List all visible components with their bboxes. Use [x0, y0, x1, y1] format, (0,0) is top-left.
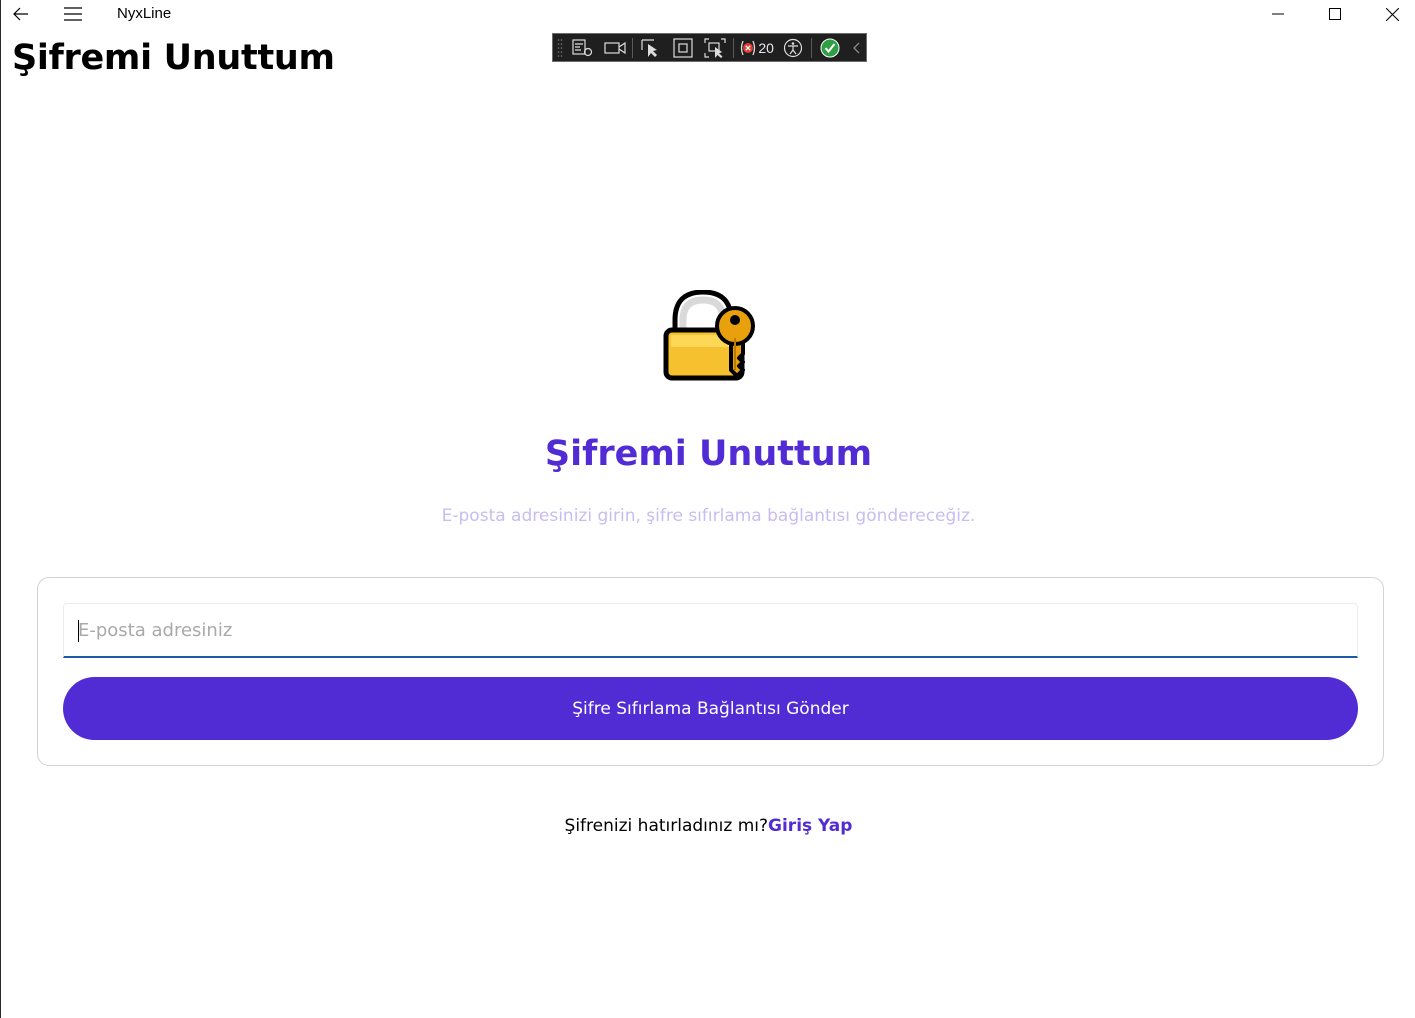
login-prompt: Şifrenizi hatırladınız mı?Giriş Yap [1, 816, 1415, 836]
display-layout-adorners-icon [673, 37, 693, 58]
live-visual-tree-button[interactable] [567, 34, 599, 61]
reset-form-card: Şifre Sıfırlama Bağlantısı Gönder [37, 577, 1384, 766]
maximize-button[interactable] [1315, 0, 1355, 28]
binding-failures-count: 20 [758, 39, 774, 56]
select-element-icon [641, 38, 658, 57]
binding-failures-button[interactable]: 20 [736, 34, 778, 61]
maximize-icon [1329, 8, 1341, 20]
send-reset-link-button[interactable]: Şifre Sıfırlama Bağlantısı Gönder [63, 677, 1358, 740]
chevron-left-icon [853, 42, 860, 53]
back-button[interactable] [1, 0, 41, 28]
close-icon [1385, 7, 1399, 21]
minimize-button[interactable] [1258, 0, 1298, 28]
title-bar: NyxLine [1, 0, 1415, 28]
hot-reload-ok-icon [820, 38, 840, 57]
hamburger-menu-button[interactable] [53, 0, 93, 28]
forgot-password-heading: Şifremi Unuttum [544, 434, 873, 474]
accessibility-checker-button[interactable] [778, 34, 810, 61]
track-focus-icon [704, 37, 726, 58]
grip-icon[interactable] [553, 34, 567, 61]
instruction-text: E-posta adresinizi girin, şifre sıfırlam… [441, 506, 976, 526]
email-input[interactable] [63, 603, 1358, 658]
arrow-left-icon [13, 7, 28, 21]
page-title: Şifremi Unuttum [12, 38, 335, 78]
minimize-icon [1272, 13, 1284, 15]
video-icon [603, 41, 626, 54]
text-caret [78, 620, 79, 642]
binding-failures-icon [741, 40, 756, 55]
login-link[interactable]: Giriş Yap [768, 816, 852, 836]
toolbar-separator [732, 37, 734, 58]
accessibility-checker-icon [784, 38, 803, 57]
debug-toolbar: 20 [552, 33, 867, 62]
live-visual-tree-icon [572, 38, 592, 56]
track-focus-button[interactable] [699, 34, 731, 61]
display-layout-adorners-button[interactable] [667, 34, 699, 61]
toolbar-separator [811, 37, 813, 58]
app-window: NyxLine Şifremi Unuttum 20 Şifremi Unutt… [0, 0, 1415, 1018]
app-title: NyxLine [117, 5, 172, 22]
close-button[interactable] [1372, 0, 1412, 28]
select-element-button[interactable] [635, 34, 667, 61]
lock-with-key-icon [663, 290, 755, 381]
collapse-toolbar-button[interactable] [846, 34, 866, 61]
remember-password-text: Şifrenizi hatırladınız mı? [564, 816, 769, 836]
toolbar-separator [632, 37, 634, 58]
hamburger-icon [64, 7, 82, 21]
hot-reload-status-button[interactable] [814, 34, 846, 61]
record-button[interactable] [599, 34, 631, 61]
